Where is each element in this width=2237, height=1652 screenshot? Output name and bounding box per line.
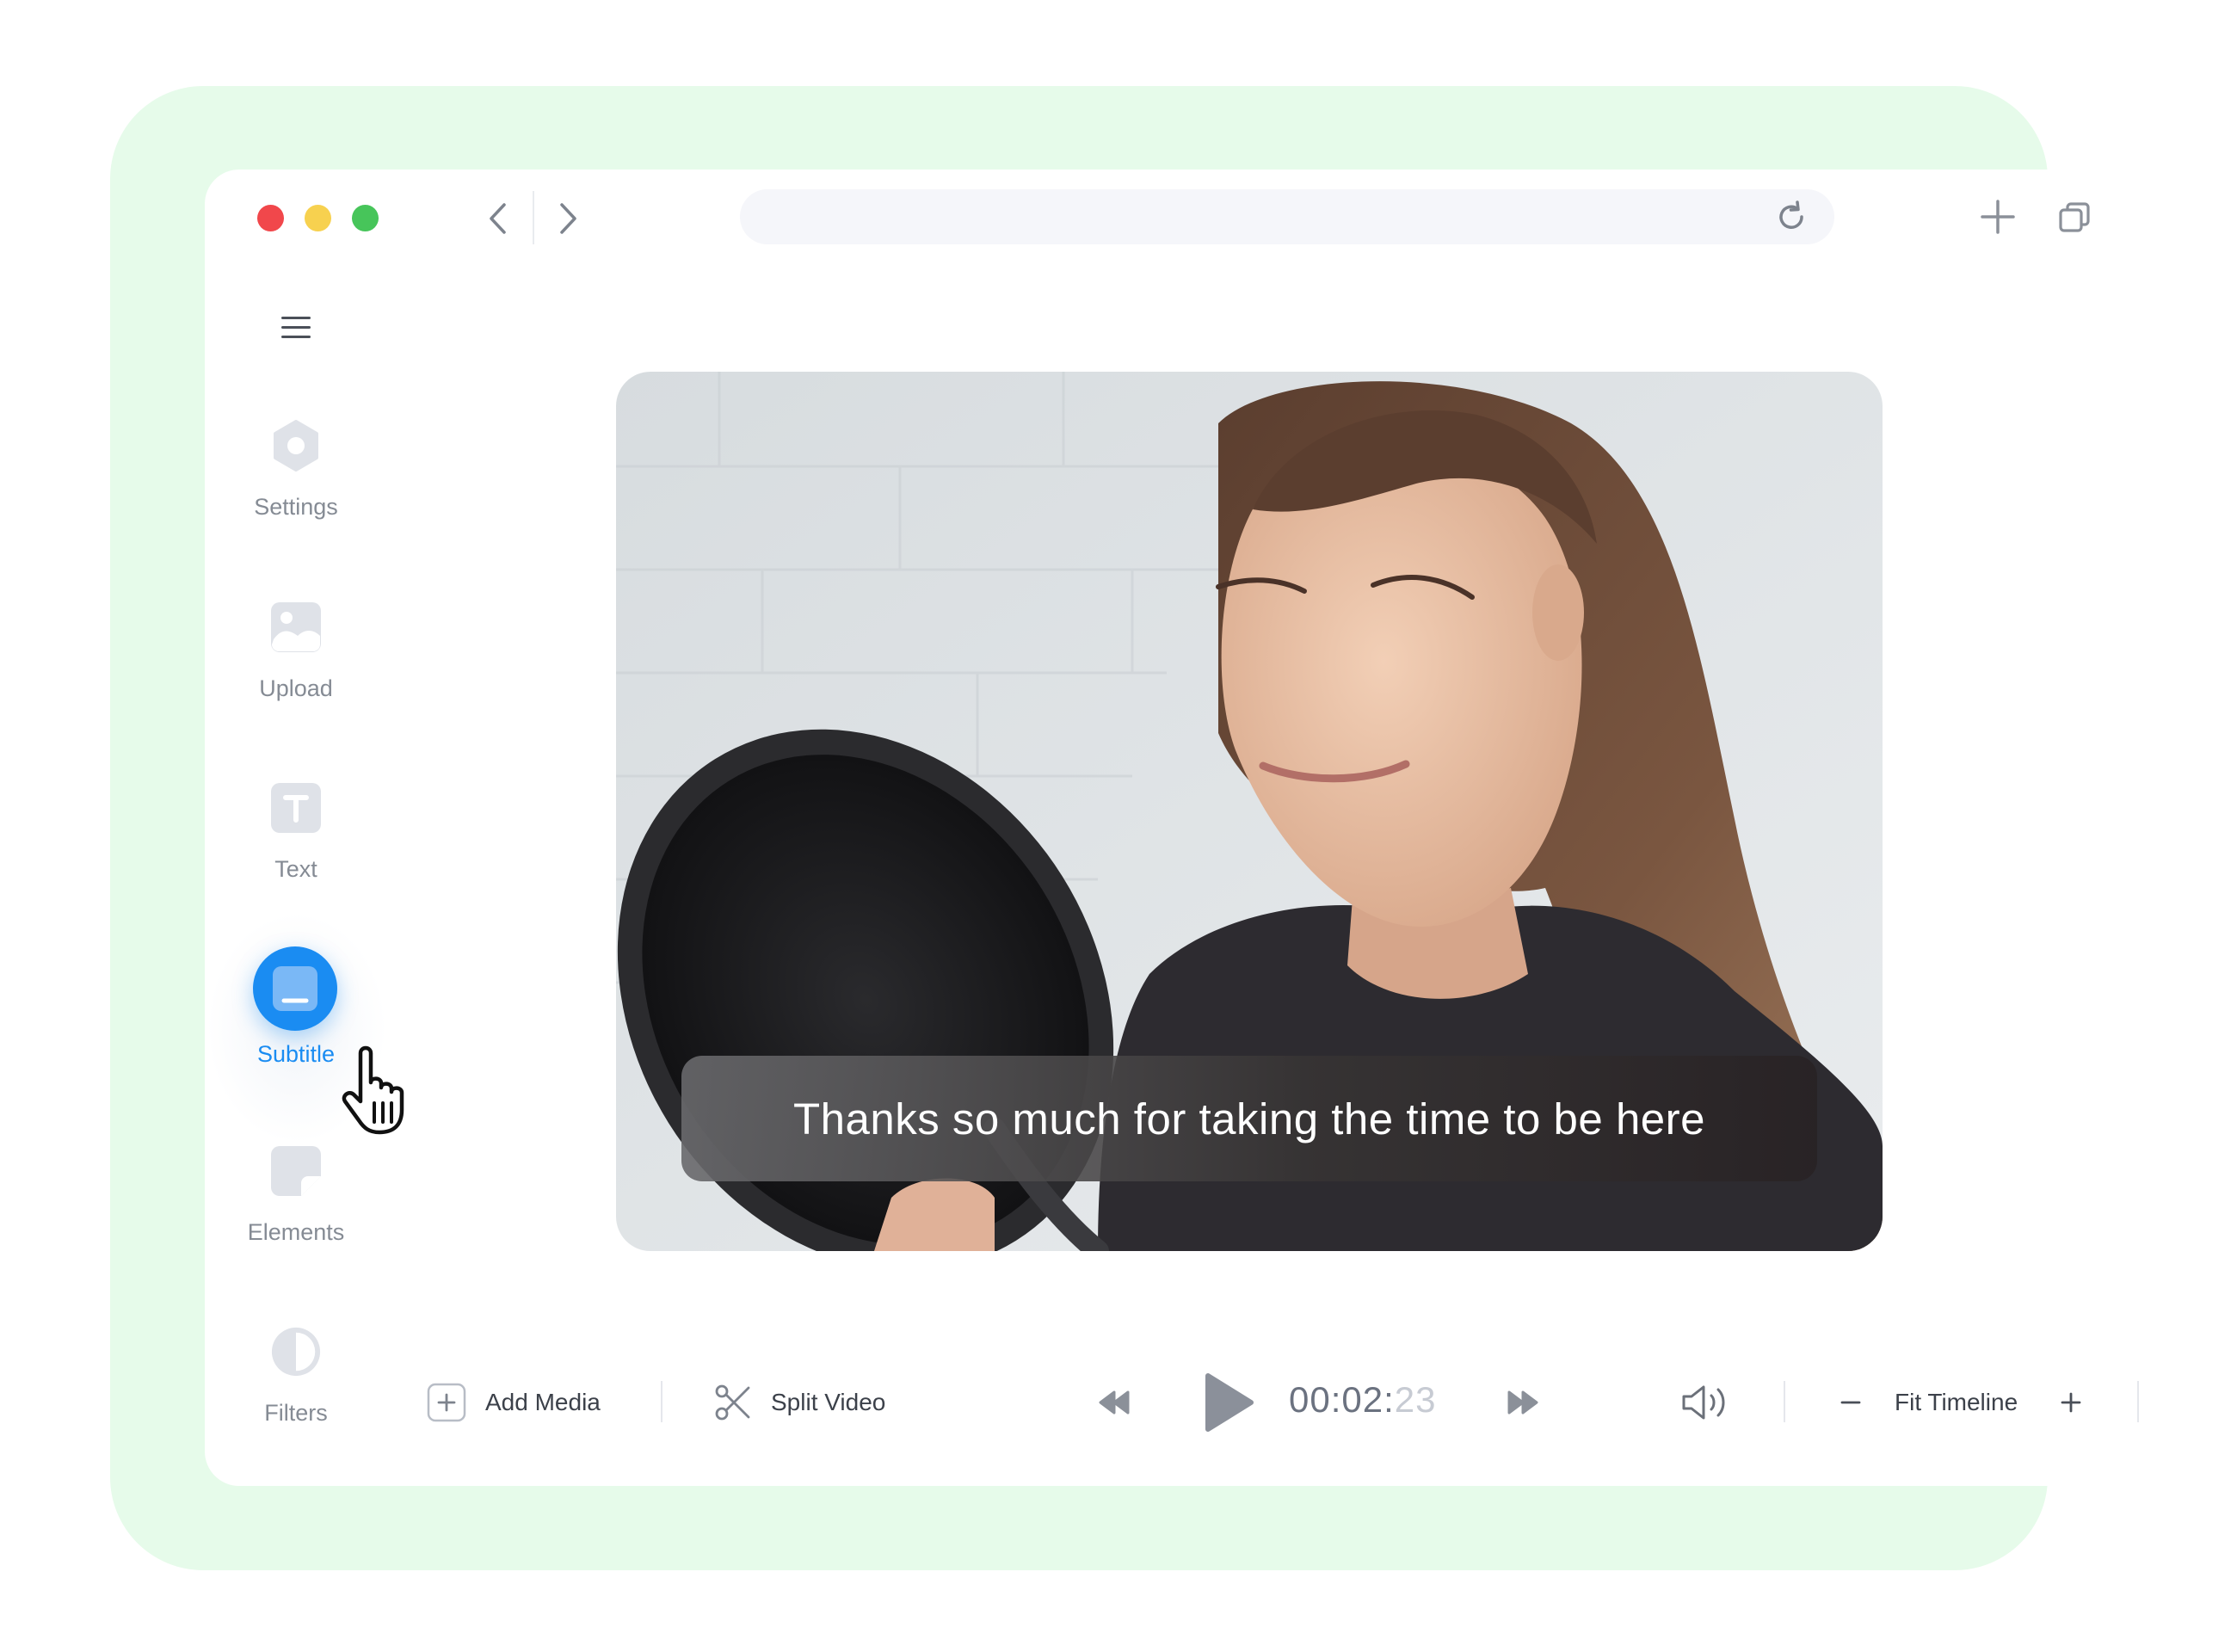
fast-forward-icon [1507,1390,1538,1415]
sidebar-item-settings[interactable]: Settings [231,420,361,558]
tabs-overview-button[interactable] [2056,200,2092,236]
minus-icon [1840,1401,1861,1404]
contrast-icon [270,1326,322,1378]
image-icon [270,601,322,653]
video-preview[interactable]: Thanks so much for taking the time to be… [616,372,1883,1251]
sidebar-item-label: Elements [247,1219,345,1245]
plus-icon [2061,1392,2081,1413]
toolbar-divider [661,1381,662,1422]
split-video-label: Split Video [771,1389,886,1415]
zoom-in-button[interactable] [2060,1375,2082,1430]
zoom-out-button[interactable] [1840,1375,1862,1430]
sidebar-item-upload[interactable]: Upload [231,601,361,739]
forward-button[interactable] [548,196,589,241]
nav-divider [533,191,534,244]
play-icon [1205,1373,1254,1432]
address-bar[interactable] [740,189,1834,244]
chevron-right-icon [560,203,576,234]
subtitle-text: Thanks so much for taking the time to be… [792,1094,1706,1143]
fit-timeline-label: Fit Timeline [1895,1389,2018,1415]
scissors-icon [715,1384,750,1421]
rewind-button[interactable] [1097,1375,1131,1430]
fast-forward-button[interactable] [1506,1375,1540,1430]
subtitle-overlay[interactable]: Thanks so much for taking the time to be… [681,1056,1817,1181]
subtitle-icon [253,946,337,1031]
hand-pointer-icon [342,1045,404,1135]
sidebar-item-elements[interactable]: Elements [231,1145,361,1283]
sidebar-item-filters[interactable]: Filters [231,1326,361,1464]
volume-icon [1682,1385,1725,1420]
plus-icon [1981,200,2015,234]
toolbar-divider [2137,1381,2139,1422]
time-main: 00:02: [1289,1379,1395,1420]
sidebar-item-label: Text [274,856,317,882]
playback-time: 00:02:23 [1289,1379,1437,1421]
rewind-icon [1099,1390,1130,1415]
text-icon [270,782,322,834]
time-frames: 23 [1394,1379,1437,1420]
copy-windows-icon [2059,202,2090,232]
back-button[interactable] [477,196,518,241]
split-video-button[interactable]: Split Video [714,1375,885,1430]
sticker-icon [270,1145,322,1197]
reload-icon [1779,200,1803,229]
play-button[interactable] [1203,1373,1254,1432]
add-media-button[interactable]: Add Media [427,1375,601,1430]
add-media-label: Add Media [485,1389,601,1415]
sidebar-item-label: Upload [259,675,333,701]
toolbar-divider [1784,1381,1785,1422]
maximize-window-button[interactable] [352,205,379,231]
settings-icon [270,420,322,472]
chevron-left-icon [490,203,506,234]
minimize-window-button[interactable] [305,205,331,231]
fit-timeline-button[interactable]: Fit Timeline [1895,1375,2018,1430]
close-window-button[interactable] [257,205,284,231]
sidebar-item-text[interactable]: Text [231,782,361,920]
new-tab-button[interactable] [1979,198,2017,236]
sidebar-item-label: Filters [264,1400,328,1426]
plus-square-icon [427,1383,466,1422]
volume-button[interactable] [1680,1375,1732,1430]
menu-icon[interactable] [281,317,311,339]
reload-button[interactable] [1774,200,1809,234]
sidebar-item-label: Settings [254,494,338,520]
